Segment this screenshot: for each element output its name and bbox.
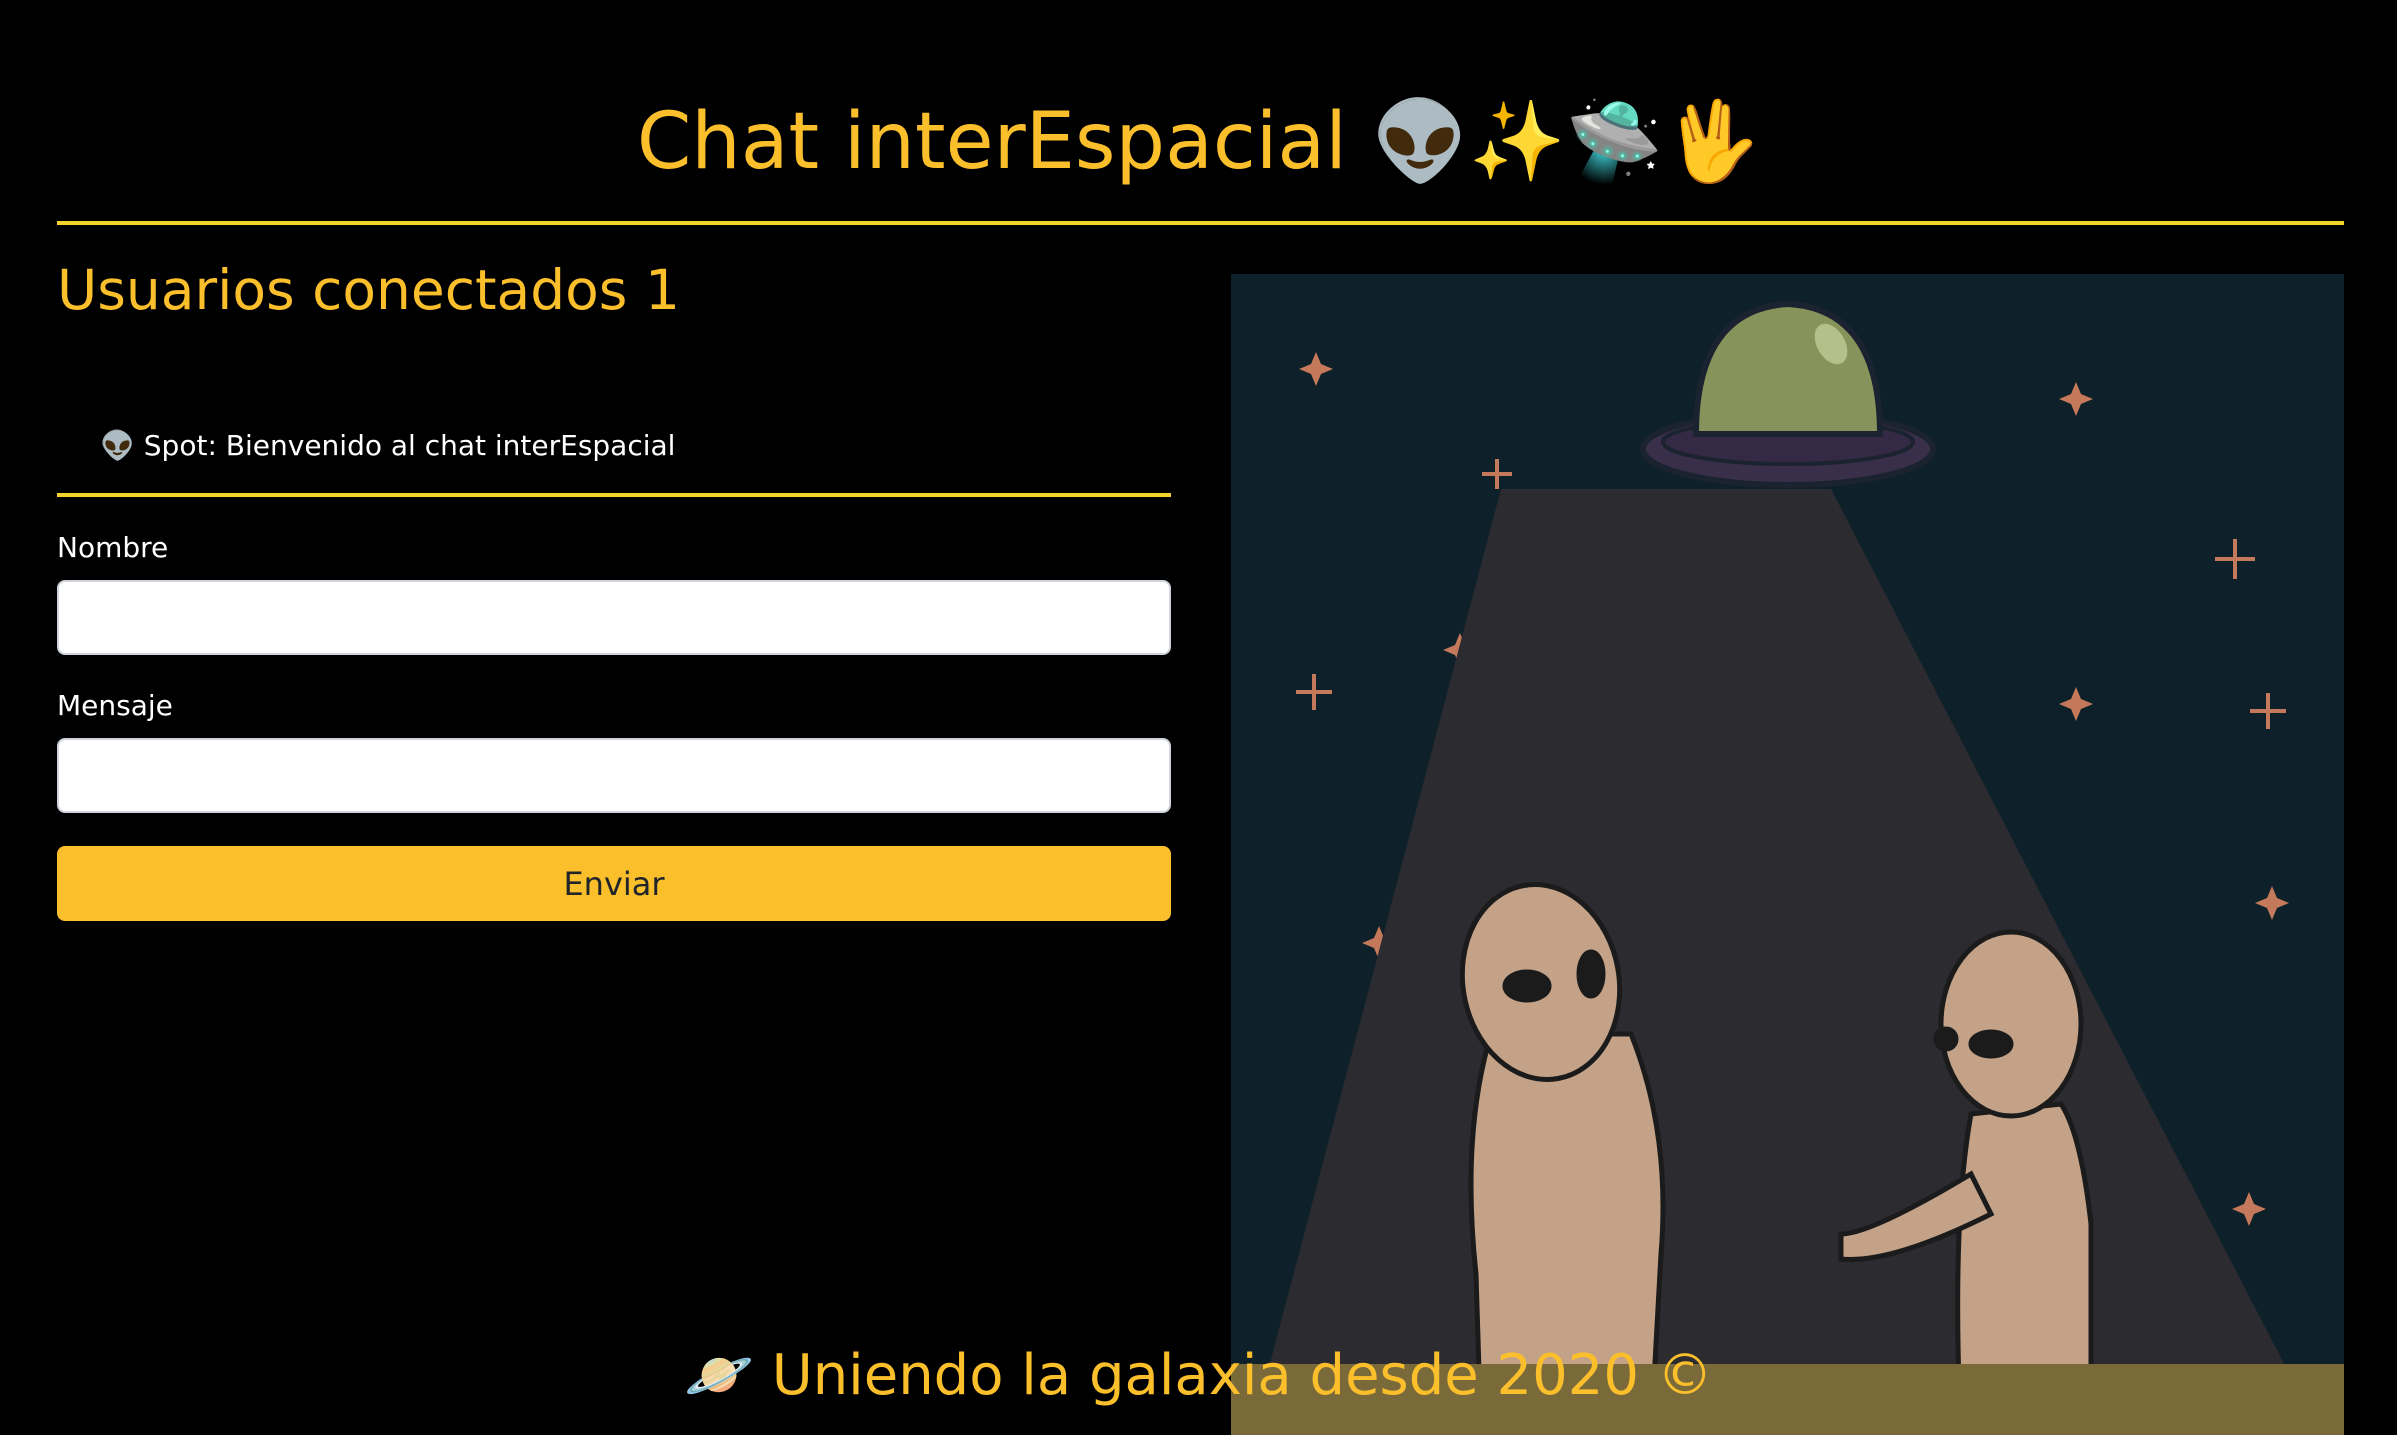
connected-users-count: 1: [644, 258, 680, 322]
message-author: Spot:: [143, 429, 217, 462]
alien-icon: 👽: [100, 429, 135, 462]
name-input[interactable]: [57, 580, 1171, 655]
chat-message: 👽 Spot: Bienvenido al chat interEspacial: [100, 424, 675, 468]
page: Chat interEspacial 👽✨🛸🖖 Usuarios conecta…: [0, 0, 2397, 1435]
header-divider: [57, 221, 2344, 225]
chat-divider: [57, 493, 1171, 497]
aliens-ufo-illustration: [1231, 274, 2344, 1435]
chat-message-list: 👽 Spot: Bienvenido al chat interEspacial: [100, 424, 675, 468]
name-label: Nombre: [57, 531, 169, 564]
page-title: Chat interEspacial 👽✨🛸🖖: [636, 97, 1761, 187]
page-footer: 🪐 Uniendo la galaxia desde 2020 ©: [684, 1343, 1713, 1408]
message-input[interactable]: [57, 738, 1171, 813]
send-button[interactable]: Enviar: [57, 846, 1171, 921]
connected-users-heading: Usuarios conectados 1: [57, 255, 680, 325]
aliens-ufo-image: [1231, 274, 2344, 1435]
message-text: Bienvenido al chat interEspacial: [225, 429, 676, 462]
message-label: Mensaje: [57, 689, 173, 722]
connected-users-label: Usuarios conectados: [57, 258, 628, 322]
